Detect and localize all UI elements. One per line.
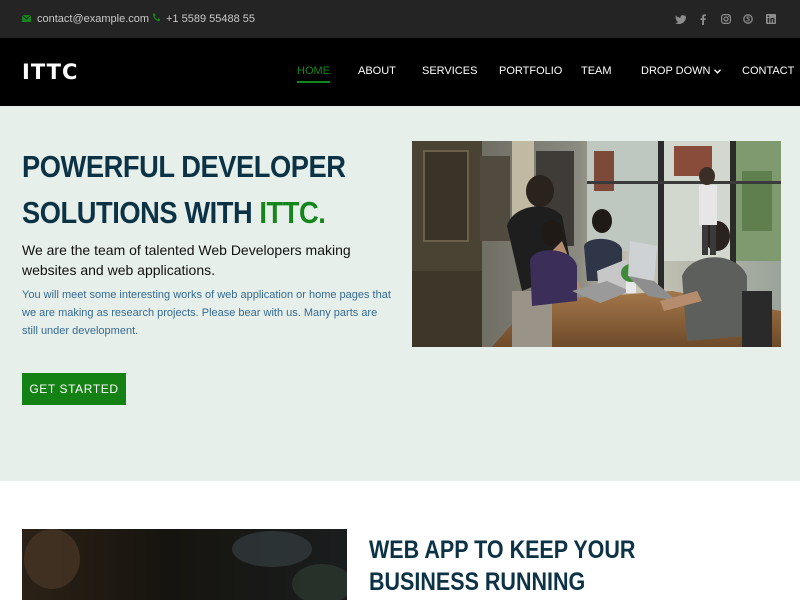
hero-title: POWERFUL DEVELOPER SOLUTIONS WITH ITTC. xyxy=(22,144,356,236)
top-bar: contact@example.com +1 5589 55488 55 xyxy=(0,0,800,38)
nav-dropdown[interactable]: DROP DOWN xyxy=(641,65,722,79)
hero-title-brand: ITTC. xyxy=(259,195,326,230)
get-started-button[interactable]: GET STARTED xyxy=(22,373,126,405)
contact-phone-text: +1 5589 55488 55 xyxy=(166,13,256,25)
contact-email[interactable]: contact@example.com xyxy=(21,12,150,26)
facebook-icon[interactable] xyxy=(692,12,715,26)
envelope-icon xyxy=(21,13,32,25)
nav-home[interactable]: HOME xyxy=(297,65,330,83)
linkedin-icon[interactable] xyxy=(760,12,783,26)
section-title: WEB APP TO KEEP YOUR BUSINESS RUNNING xyxy=(369,536,636,596)
hero-team-photo xyxy=(412,141,781,347)
contact-phone[interactable]: +1 5589 55488 55 xyxy=(152,12,255,26)
instagram-icon[interactable] xyxy=(715,12,738,26)
hero-section: POWERFUL DEVELOPER SOLUTIONS WITH ITTC. … xyxy=(0,106,800,481)
nav-portfolio[interactable]: PORTFOLIO xyxy=(499,65,562,79)
site-logo[interactable]: ITTC xyxy=(22,60,78,84)
social-links xyxy=(670,12,783,26)
nav-contact[interactable]: CONTACT xyxy=(742,65,794,79)
chevron-down-icon xyxy=(714,65,722,77)
feature-photo xyxy=(22,529,347,600)
contact-email-text: contact@example.com xyxy=(37,13,150,25)
twitter-icon[interactable] xyxy=(670,12,693,26)
nav-dropdown-label: DROP DOWN xyxy=(641,65,711,77)
nav-services[interactable]: SERVICES xyxy=(422,65,477,79)
site-header: ITTC HOME ABOUT SERVICES PORTFOLIO TEAM … xyxy=(0,38,800,106)
hero-description: You will meet some interesting works of … xyxy=(22,289,391,337)
skype-icon[interactable] xyxy=(737,12,760,26)
phone-icon xyxy=(152,13,160,25)
hero-lead-text: We are the team of talented Web Develope… xyxy=(22,242,351,278)
nav-about[interactable]: ABOUT xyxy=(358,65,396,79)
nav-team[interactable]: TEAM xyxy=(581,65,612,79)
